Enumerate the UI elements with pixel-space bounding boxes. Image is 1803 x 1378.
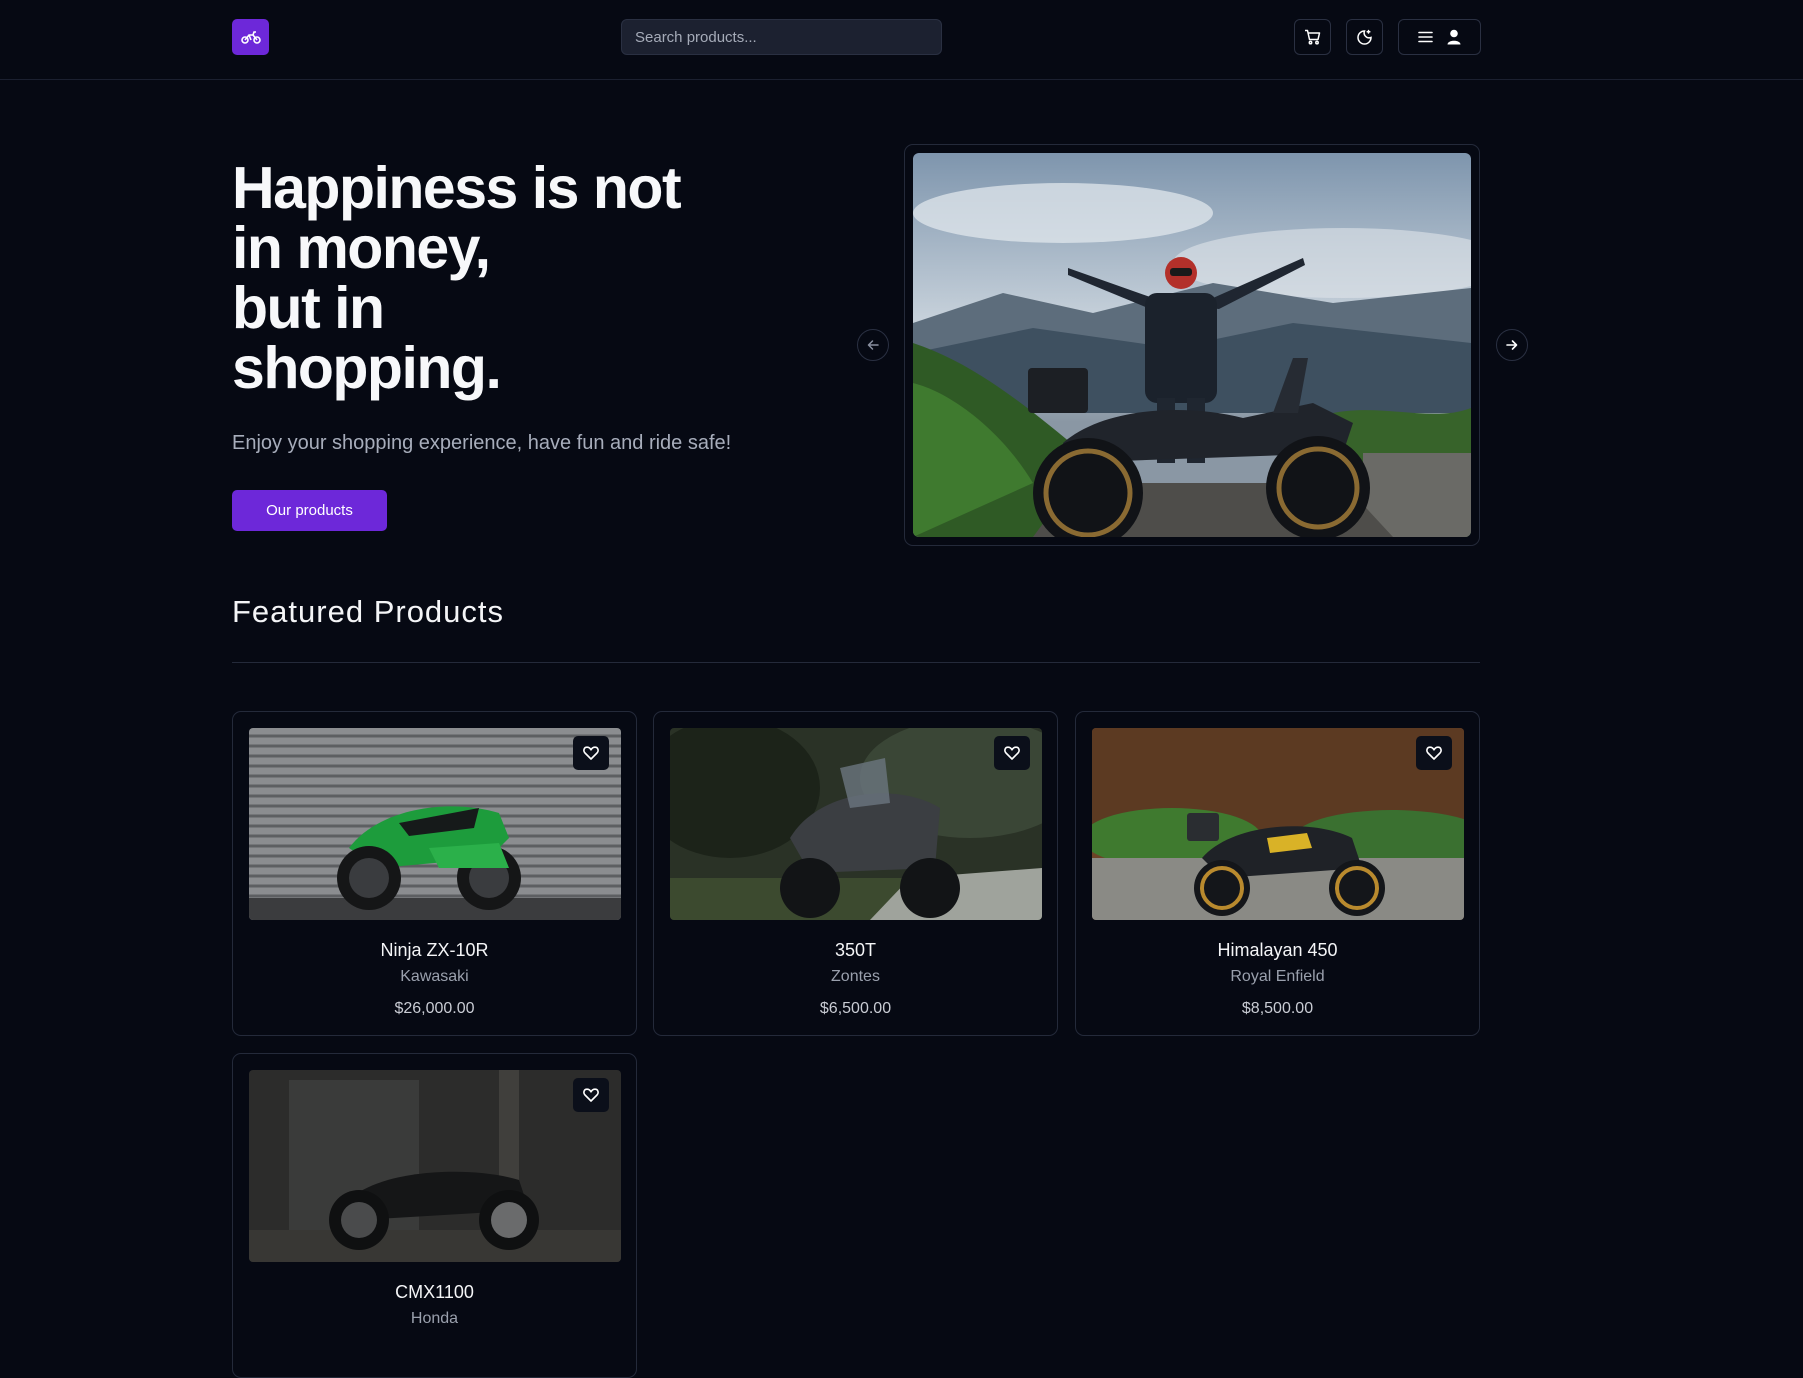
cart-icon (1305, 29, 1321, 45)
product-brand: Kawasaki (400, 968, 469, 985)
hero-title-line: but in (232, 275, 385, 341)
carousel-next-button[interactable] (1496, 329, 1528, 361)
product-image (670, 728, 1042, 920)
hero-subtitle: Enjoy your shopping experience, have fun… (232, 432, 732, 454)
carousel-image (913, 153, 1471, 537)
hero-title-line: shopping. (232, 335, 502, 401)
account-menu-button[interactable] (1398, 19, 1481, 55)
product-price: $26,000.00 (394, 1000, 475, 1017)
heart-icon (1004, 746, 1020, 760)
arrow-right-icon (1506, 340, 1518, 350)
product-name[interactable]: Ninja ZX-10R (233, 940, 636, 961)
heart-icon (583, 746, 599, 760)
hero-title-line: Happiness is not (232, 155, 682, 221)
product-brand: Zontes (831, 968, 880, 985)
motorcycle-icon (240, 31, 261, 44)
product-brand: Honda (410, 1310, 459, 1327)
arrow-left-icon (867, 340, 879, 350)
top-navbar (0, 0, 1803, 80)
product-name[interactable]: Himalayan 450 (1076, 940, 1479, 961)
hero-title: Happiness is not in money, but in shoppi… (232, 158, 752, 398)
favorite-button[interactable] (994, 736, 1030, 770)
our-products-button[interactable]: Our products (232, 490, 387, 531)
product-name[interactable]: 350T (654, 940, 1057, 961)
product-price: $8,500.00 (1241, 1000, 1314, 1017)
user-icon (1447, 29, 1461, 45)
product-card[interactable]: 350T Zontes $6,500.00 (653, 711, 1058, 1036)
search-input[interactable] (621, 19, 942, 55)
featured-products-heading: Featured Products (232, 594, 505, 629)
product-card[interactable]: Himalayan 450 Royal Enfield $8,500.00 (1075, 711, 1480, 1036)
product-name[interactable]: CMX1100 (233, 1282, 636, 1303)
menu-icon (1418, 31, 1433, 43)
favorite-button[interactable] (573, 736, 609, 770)
product-brand: Royal Enfield (1230, 968, 1325, 985)
product-image (1092, 728, 1464, 920)
product-image (249, 728, 621, 920)
product-price: $6,500.00 (819, 1000, 892, 1017)
heart-icon (583, 1088, 599, 1102)
product-card[interactable]: CMX1100 Honda (232, 1053, 637, 1378)
section-divider (232, 662, 1480, 663)
product-card[interactable]: Ninja ZX-10R Kawasaki $26,000.00 (232, 711, 637, 1036)
carousel-prev-button[interactable] (857, 329, 889, 361)
product-image (249, 1070, 621, 1262)
heart-icon (1426, 746, 1442, 760)
hero-carousel (904, 144, 1480, 546)
moon-sparkle-icon (1357, 29, 1372, 45)
cart-button[interactable] (1294, 19, 1331, 55)
hero-title-line: in money, (232, 215, 491, 281)
logo-button[interactable] (232, 19, 269, 55)
theme-toggle-button[interactable] (1346, 19, 1383, 55)
favorite-button[interactable] (1416, 736, 1452, 770)
favorite-button[interactable] (573, 1078, 609, 1112)
